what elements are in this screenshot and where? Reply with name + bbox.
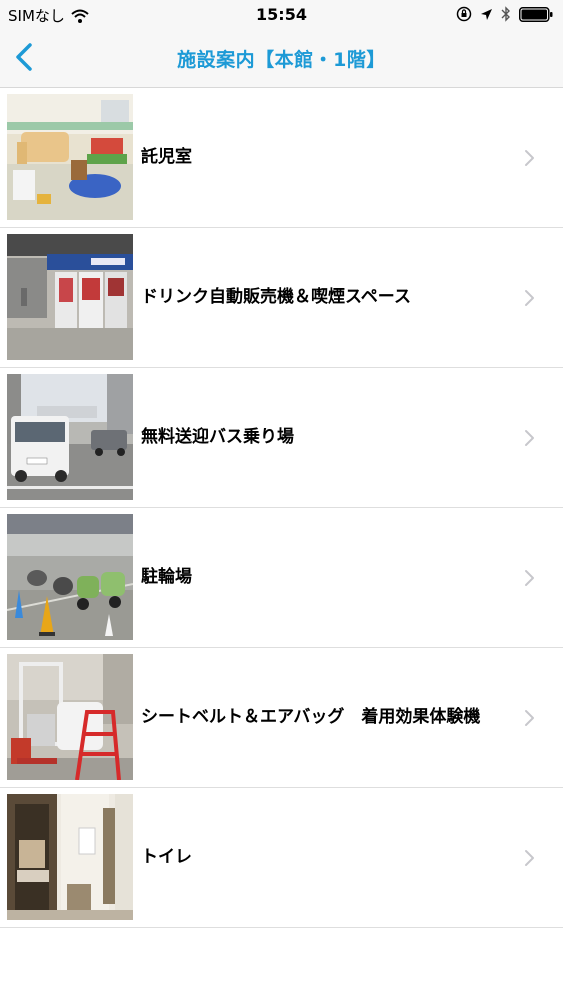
chevron-right-icon bbox=[525, 290, 534, 306]
shuttle-bus-thumbnail bbox=[7, 374, 133, 500]
item-label: シートベルト＆エアバッグ 着用効果体験機 bbox=[141, 707, 481, 727]
seatbelt-simulator-thumbnail bbox=[7, 654, 133, 780]
status-bar: SIMなし 15:54 bbox=[0, 0, 563, 28]
bluetooth-icon bbox=[501, 6, 510, 22]
list-item-seatbelt-simulator[interactable]: シートベルト＆エアバッグ 着用効果体験機 bbox=[0, 648, 563, 788]
chevron-right-icon bbox=[525, 430, 534, 446]
list-item-nursery-room[interactable]: 託児室 bbox=[0, 88, 563, 228]
item-label: 無料送迎バス乗り場 bbox=[141, 427, 294, 447]
item-label: トイレ bbox=[141, 847, 192, 867]
battery-icon bbox=[519, 6, 553, 22]
list-item-shuttle-bus[interactable]: 無料送迎バス乗り場 bbox=[0, 368, 563, 508]
chevron-left-icon bbox=[16, 43, 32, 71]
item-label: 託児室 bbox=[141, 147, 192, 167]
item-label: 駐輪場 bbox=[141, 567, 192, 587]
chevron-right-icon bbox=[525, 150, 534, 166]
back-button[interactable] bbox=[10, 40, 44, 74]
chevron-right-icon bbox=[525, 570, 534, 586]
facility-list: 託児室 ドリンク自動販売機＆喫煙スペース 無料送迎バス乗り場 駐輪場 シートベル… bbox=[0, 88, 563, 928]
location-arrow-icon bbox=[481, 8, 492, 20]
navigation-bar: 施設案内【本館・1階】 bbox=[0, 28, 563, 88]
chevron-right-icon bbox=[525, 710, 534, 726]
vending-smoking-thumbnail bbox=[7, 234, 133, 360]
item-label: ドリンク自動販売機＆喫煙スペース bbox=[141, 287, 411, 307]
bicycle-parking-thumbnail bbox=[7, 514, 133, 640]
chevron-right-icon bbox=[525, 850, 534, 866]
status-right bbox=[456, 6, 553, 22]
list-item-bicycle-parking[interactable]: 駐輪場 bbox=[0, 508, 563, 648]
orientation-lock-icon bbox=[456, 6, 472, 22]
list-item-vending-smoking[interactable]: ドリンク自動販売機＆喫煙スペース bbox=[0, 228, 563, 368]
list-item-restroom[interactable]: トイレ bbox=[0, 788, 563, 928]
restroom-thumbnail bbox=[7, 794, 133, 920]
page-title: 施設案内【本館・1階】 bbox=[177, 49, 386, 71]
nursery-room-thumbnail bbox=[7, 94, 133, 220]
